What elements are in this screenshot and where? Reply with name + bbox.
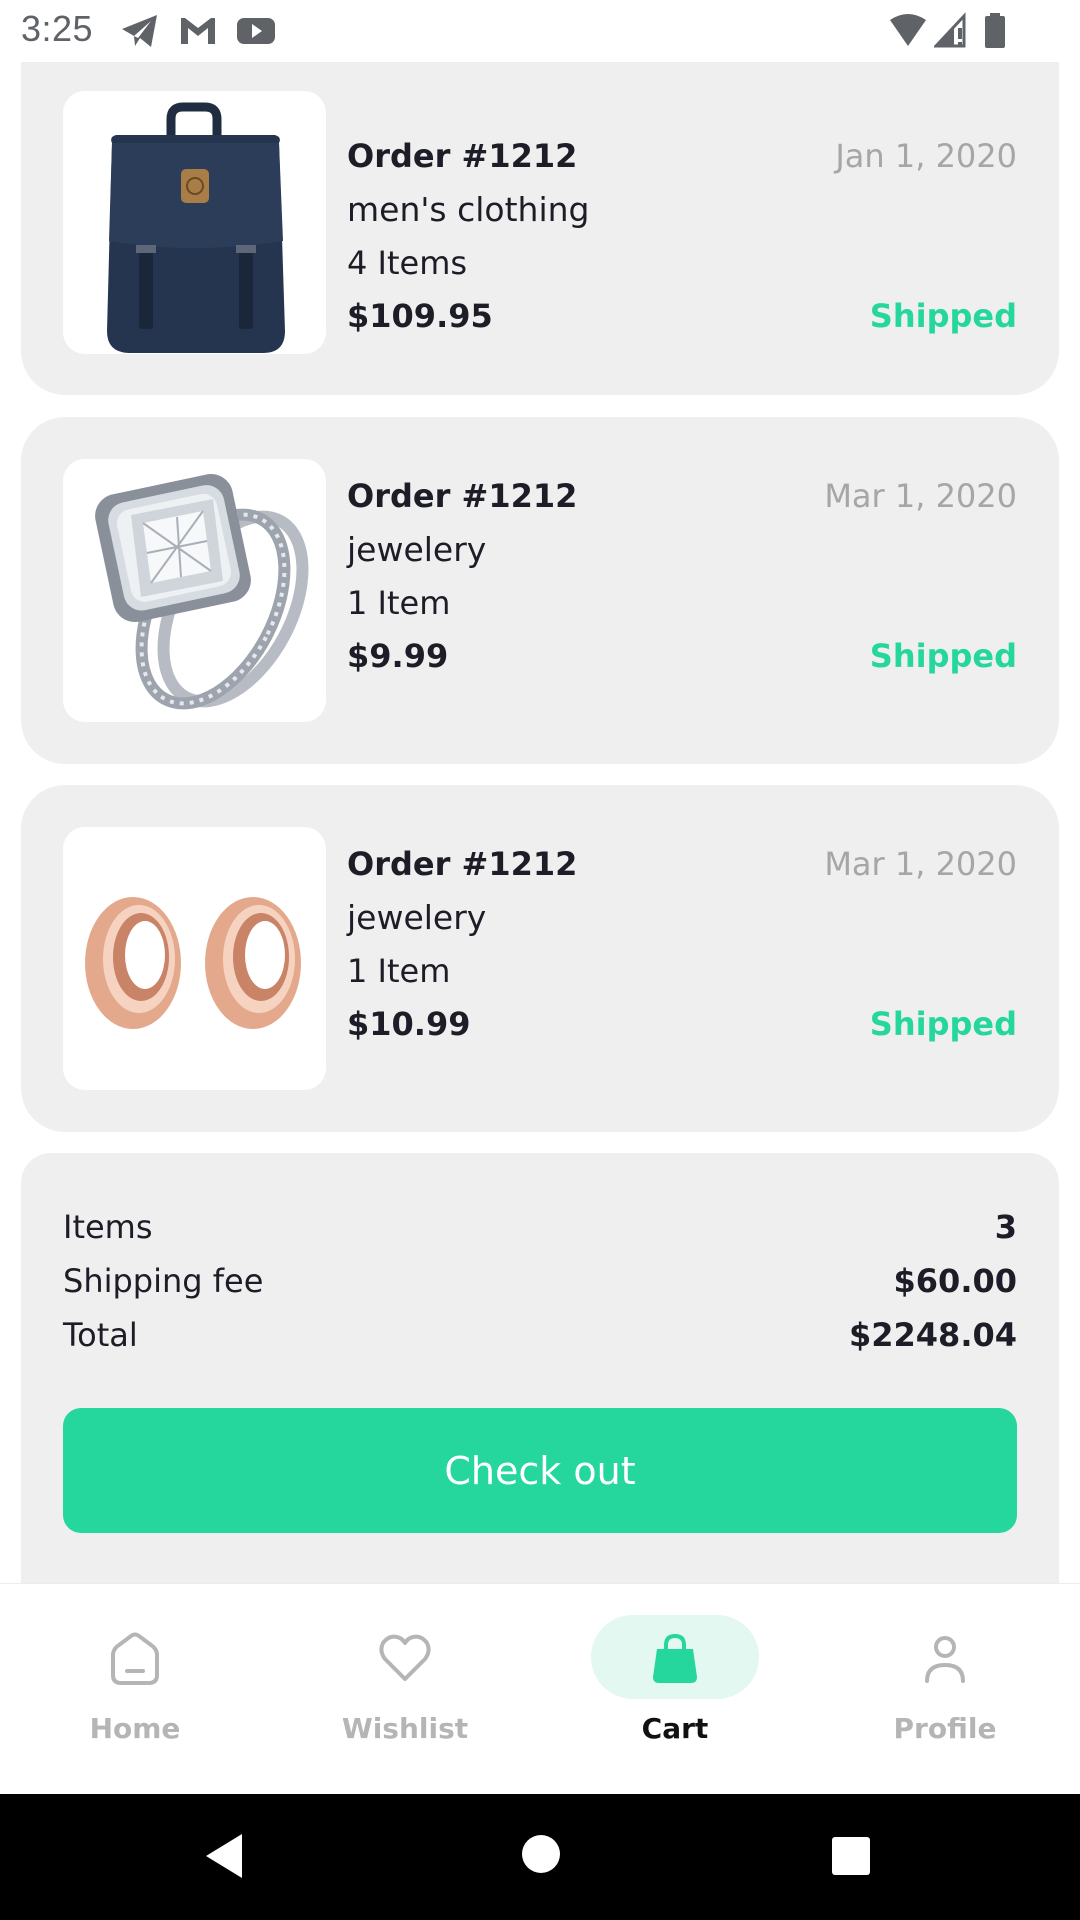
order-item-count: 1 Item [347,952,451,990]
order-card[interactable]: Order #1212 Mar 1, 2020 jewelery 1 Item … [21,417,1059,764]
shopping-bag-icon [647,1631,703,1687]
heart-icon [377,1631,433,1687]
summary-total-value: $2248.04 [848,1316,1017,1354]
nav-label: Profile [893,1712,997,1745]
back-icon[interactable] [204,1832,244,1884]
status-bar: 3:25 [0,0,1080,62]
order-card[interactable]: Order #1212 Mar 1, 2020 jewelery 1 Item … [21,785,1059,1132]
nav-label: Home [89,1712,181,1745]
status-time: 3:25 [21,8,94,49]
nav-label: Cart [641,1712,709,1745]
summary-total-label: Total [63,1316,138,1354]
cell-signal-icon [932,12,970,54]
product-image-rose-gold-plugs [63,827,326,1090]
order-item-count: 1 Item [347,584,451,622]
order-status: Shipped [869,1005,1017,1043]
order-category: jewelery [347,898,487,937]
system-nav-bar [0,1794,1080,1920]
battery-icon [983,12,1007,54]
telegram-icon [120,12,160,54]
product-image-backpack [63,91,326,354]
summary-items-row: Items 3 [63,1208,1017,1252]
order-title: Order #1212 [347,137,578,175]
order-summary: Items 3 Shipping fee $60.00 Total $2248.… [21,1153,1059,1583]
order-item-count: 4 Items [347,244,468,282]
summary-items-value: 3 [994,1208,1017,1246]
checkout-button[interactable]: Check out [63,1408,1017,1533]
nav-item-wishlist[interactable]: Wishlist [270,1584,540,1795]
summary-shipping-value: $60.00 [893,1262,1017,1300]
order-date: Jan 1, 2020 [835,137,1017,175]
summary-shipping-label: Shipping fee [63,1262,264,1300]
youtube-icon [235,12,277,54]
recents-icon[interactable] [831,1836,871,1880]
person-icon [917,1631,973,1687]
order-date: Mar 1, 2020 [824,845,1017,883]
summary-items-label: Items [63,1208,153,1246]
order-status: Shipped [869,297,1017,335]
order-date: Mar 1, 2020 [824,477,1017,515]
order-price: $10.99 [347,1005,471,1043]
order-price: $109.95 [347,297,493,335]
home-icon [107,1631,163,1687]
nav-label: Wishlist [341,1712,469,1745]
summary-shipping-row: Shipping fee $60.00 [63,1262,1017,1306]
nav-item-home[interactable]: Home [0,1584,270,1795]
order-category: jewelery [347,530,487,569]
summary-total-row: Total $2248.04 [63,1316,1017,1360]
wifi-icon [888,12,928,54]
order-price: $9.99 [347,637,449,675]
bottom-nav: Home Wishlist Cart Profile [0,1583,1080,1795]
order-title: Order #1212 [347,845,578,883]
gmail-icon [178,12,218,54]
order-card[interactable]: Order #1212 Jan 1, 2020 men's clothing 4… [21,40,1059,395]
product-image-diamond-ring [63,459,326,722]
order-title: Order #1212 [347,477,578,515]
order-status: Shipped [869,637,1017,675]
order-category: men's clothing [347,190,590,229]
home-circle-icon[interactable] [521,1834,561,1878]
nav-item-cart[interactable]: Cart [540,1584,810,1795]
nav-item-profile[interactable]: Profile [810,1584,1080,1795]
